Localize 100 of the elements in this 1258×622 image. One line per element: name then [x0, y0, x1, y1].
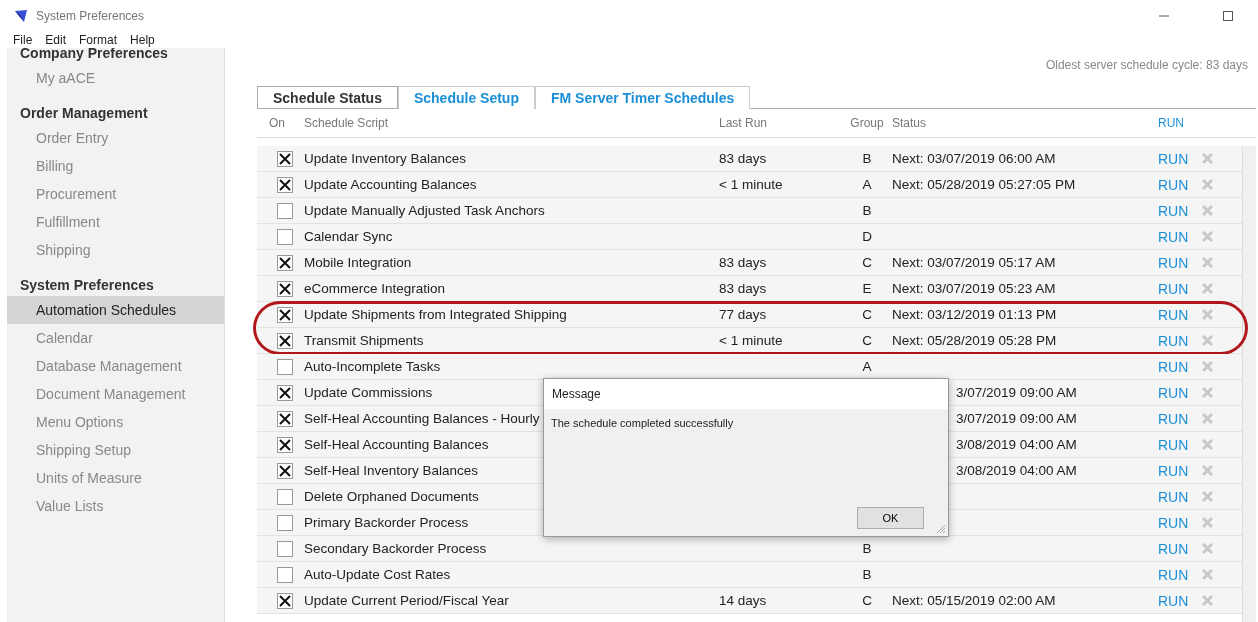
checkbox[interactable] — [277, 462, 293, 479]
delete-icon[interactable] — [1202, 309, 1213, 320]
checkbox[interactable] — [277, 176, 293, 193]
sidebar-item[interactable]: Billing — [7, 152, 224, 180]
run-link[interactable]: RUN — [1158, 176, 1202, 193]
script-name: eCommerce Integration — [304, 281, 446, 296]
menu-item[interactable]: Help — [130, 33, 155, 47]
sidebar-item[interactable]: Shipping Setup — [7, 436, 224, 464]
delete-icon[interactable] — [1202, 413, 1213, 424]
run-link[interactable]: RUN — [1158, 332, 1202, 349]
tab[interactable]: Schedule Status — [257, 86, 398, 109]
sidebar-heading: System Preferences — [19, 276, 155, 295]
script-name: Update Shipments from Integrated Shipping — [304, 307, 567, 322]
checkbox[interactable] — [277, 254, 293, 271]
checkbox[interactable] — [277, 514, 293, 531]
delete-icon[interactable] — [1202, 439, 1213, 450]
checkbox[interactable] — [277, 280, 293, 297]
app-logo-icon — [14, 9, 28, 23]
last-run-cell: < 1 minute — [719, 177, 783, 192]
group-cell: E — [862, 281, 872, 296]
checkbox[interactable] — [277, 566, 293, 583]
sidebar-item[interactable]: Database Management — [7, 352, 224, 380]
delete-icon[interactable] — [1202, 387, 1213, 398]
column-header[interactable]: RUN — [1158, 116, 1202, 130]
status-cell: Next: 03/07/2019 06:00 AM — [892, 151, 1056, 166]
run-link[interactable]: RUN — [1158, 462, 1202, 479]
run-link[interactable]: RUN — [1158, 150, 1202, 167]
checkbox[interactable] — [277, 384, 293, 401]
checkbox[interactable] — [277, 358, 293, 375]
sidebar-item[interactable]: Menu Options — [7, 408, 224, 436]
delete-icon[interactable] — [1202, 257, 1213, 268]
run-link[interactable]: RUN — [1158, 358, 1202, 375]
scrollbar[interactable] — [1242, 146, 1256, 622]
sidebar-item[interactable]: Procurement — [7, 180, 224, 208]
checkbox[interactable] — [277, 488, 293, 505]
sidebar-item[interactable]: Fulfillment — [7, 208, 224, 236]
checkbox[interactable] — [277, 540, 293, 557]
delete-icon[interactable] — [1202, 335, 1213, 346]
status-cell: 3/07/2019 09:00 AM — [956, 411, 1077, 426]
run-link[interactable]: RUN — [1158, 488, 1202, 505]
delete-icon[interactable] — [1202, 569, 1213, 580]
resize-grip-icon[interactable] — [936, 524, 946, 534]
column-header: On — [268, 116, 286, 130]
sidebar-heading: Company Preferences — [19, 48, 169, 63]
last-run-cell: 83 days — [719, 281, 767, 296]
sidebar-item[interactable]: Calendar — [7, 324, 224, 352]
maximize-icon[interactable] — [1222, 10, 1234, 22]
sidebar-heading: Order Management — [19, 104, 149, 123]
sidebar-item[interactable]: Automation Schedules — [7, 296, 224, 324]
run-link[interactable]: RUN — [1158, 540, 1202, 557]
sidebar-item[interactable]: My aACE — [7, 64, 224, 92]
tab[interactable]: Schedule Setup — [397, 86, 535, 109]
run-link[interactable]: RUN — [1158, 592, 1202, 609]
delete-icon[interactable] — [1202, 491, 1213, 502]
delete-icon[interactable] — [1202, 361, 1213, 372]
menu-item[interactable]: Format — [79, 33, 118, 47]
delete-icon[interactable] — [1202, 205, 1213, 216]
sidebar-item[interactable]: Order Entry — [7, 124, 224, 152]
run-link[interactable]: RUN — [1158, 436, 1202, 453]
delete-icon[interactable] — [1202, 517, 1213, 528]
delete-icon[interactable] — [1202, 543, 1213, 554]
checkbox[interactable] — [277, 306, 293, 323]
run-link[interactable]: RUN — [1158, 306, 1202, 323]
run-link[interactable]: RUN — [1158, 566, 1202, 583]
group-cell: C — [862, 333, 872, 348]
checkbox[interactable] — [277, 410, 293, 427]
checkbox[interactable] — [277, 150, 293, 167]
menu-item[interactable]: File — [13, 33, 33, 47]
sidebar-item[interactable]: Units of Measure — [7, 464, 224, 492]
run-link[interactable]: RUN — [1158, 228, 1202, 245]
delete-icon[interactable] — [1202, 179, 1213, 190]
script-name: Delete Orphaned Documents — [304, 489, 479, 504]
run-link[interactable]: RUN — [1158, 384, 1202, 401]
last-run-cell: 14 days — [719, 593, 767, 608]
run-link[interactable]: RUN — [1158, 514, 1202, 531]
delete-icon[interactable] — [1202, 231, 1213, 242]
run-link[interactable]: RUN — [1158, 410, 1202, 427]
checkbox[interactable] — [277, 332, 293, 349]
sidebar-item[interactable]: Shipping — [7, 236, 224, 264]
group-cell: B — [862, 151, 872, 166]
status-cell: Next: 05/28/2019 05:28 PM — [892, 333, 1057, 348]
delete-icon[interactable] — [1202, 283, 1213, 294]
run-link[interactable]: RUN — [1158, 202, 1202, 219]
status-cell: Next: 05/15/2019 02:00 AM — [892, 593, 1056, 608]
delete-icon[interactable] — [1202, 465, 1213, 476]
checkbox[interactable] — [277, 202, 293, 219]
run-link[interactable]: RUN — [1158, 280, 1202, 297]
sidebar-item[interactable]: Value Lists — [7, 492, 224, 520]
last-run-cell: < 1 minute — [719, 333, 783, 348]
delete-icon[interactable] — [1202, 595, 1213, 606]
checkbox[interactable] — [277, 436, 293, 453]
group-cell: B — [862, 541, 872, 556]
sidebar-item[interactable]: Document Management — [7, 380, 224, 408]
tab[interactable]: FM Server Timer Schedules — [534, 86, 751, 109]
delete-icon[interactable] — [1202, 153, 1213, 164]
run-link[interactable]: RUN — [1158, 254, 1202, 271]
checkbox[interactable] — [277, 592, 293, 609]
checkbox[interactable] — [277, 228, 293, 245]
ok-button[interactable]: OK — [857, 507, 924, 529]
menu-item[interactable]: Edit — [45, 33, 67, 47]
